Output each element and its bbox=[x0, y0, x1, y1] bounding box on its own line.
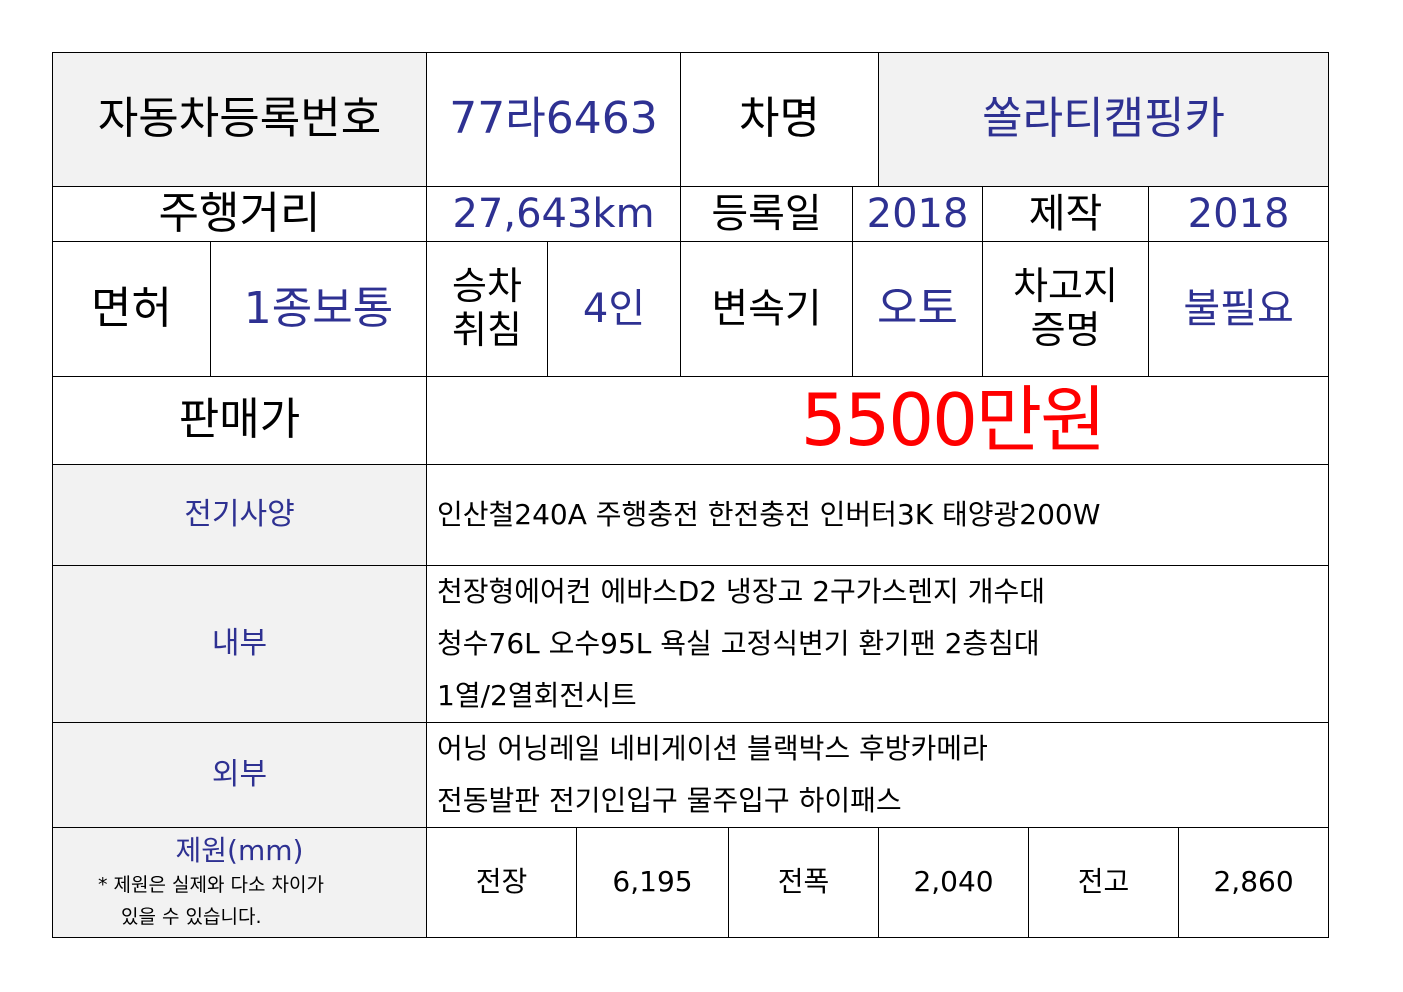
row-registration: 자동차등록번호 77라6463 차명 쏠라티캠핑카 bbox=[52, 52, 1330, 187]
dimensions-title: 제원(mm) bbox=[175, 833, 304, 867]
electric-line: 인산철240A 주행충전 한전충전 인버터3K 태양광200W bbox=[437, 498, 1101, 531]
reg-date-label: 등록일 bbox=[680, 186, 854, 242]
license-label: 면허 bbox=[52, 241, 211, 377]
dimensions-note-line-2: 있을 수 있습니다. bbox=[121, 905, 262, 928]
row-dimensions: 제원(mm) * 제원은 실제와 다소 차이가 있을 수 있습니다. 전장 6,… bbox=[52, 827, 1330, 938]
garage-label: 차고지 증명 bbox=[982, 241, 1150, 377]
seats-label-line-2: 취침 bbox=[452, 308, 522, 352]
row-mileage: 주행거리 27,643km 등록일 2018 제작 2018 bbox=[52, 186, 1330, 242]
interior-line: 청수76L 오수95L 욕실 고정식변기 환기팬 2층침대 bbox=[437, 627, 1040, 660]
seats-value: 4인 bbox=[546, 241, 682, 377]
dimensions-note-line-1: * 제원은 실제와 다소 차이가 bbox=[98, 873, 324, 896]
interior-label: 내부 bbox=[52, 565, 427, 723]
seats-label: 승차 취침 bbox=[426, 241, 548, 377]
price-value: 5500만원 bbox=[425, 376, 1330, 465]
made-year-label: 제작 bbox=[982, 186, 1150, 242]
transmission-value: 오토 bbox=[852, 241, 984, 377]
license-value: 1종보통 bbox=[210, 241, 427, 377]
row-electric: 전기사양 인산철240A 주행충전 한전충전 인버터3K 태양광200W bbox=[52, 464, 1330, 566]
row-exterior: 외부 어닝 어닝레일 네비게이션 블랙박스 후방카메라 전동발판 전기인입구 물… bbox=[52, 722, 1330, 828]
garage-value: 불필요 bbox=[1148, 241, 1330, 377]
garage-label-line-1: 차고지 bbox=[1013, 264, 1118, 309]
model-value: 쏠라티캠핑카 bbox=[878, 52, 1330, 187]
width-value: 2,040 bbox=[878, 827, 1030, 938]
model-label: 차명 bbox=[680, 52, 880, 187]
width-label: 전폭 bbox=[728, 827, 880, 938]
mileage-label: 주행거리 bbox=[52, 186, 427, 242]
dimensions-label: 제원(mm) * 제원은 실제와 다소 차이가 있을 수 있습니다. bbox=[52, 827, 427, 938]
electric-specs: 인산철240A 주행충전 한전충전 인버터3K 태양광200W bbox=[425, 464, 1330, 566]
exterior-label: 외부 bbox=[52, 722, 427, 828]
length-value: 6,195 bbox=[575, 827, 730, 938]
row-license: 면허 1종보통 승차 취침 4인 변속기 오토 차고지 증명 불필요 bbox=[52, 241, 1330, 377]
exterior-line: 어닝 어닝레일 네비게이션 블랙박스 후방카메라 bbox=[437, 732, 988, 765]
garage-label-line-2: 증명 bbox=[1030, 308, 1101, 352]
interior-specs: 천장형에어컨 에바스D2 냉장고 2구가스렌지 개수대 청수76L 오수95L … bbox=[425, 565, 1330, 723]
row-interior: 내부 천장형에어컨 에바스D2 냉장고 2구가스렌지 개수대 청수76L 오수9… bbox=[52, 565, 1330, 723]
transmission-label: 변속기 bbox=[680, 241, 854, 377]
interior-line: 천장형에어컨 에바스D2 냉장고 2구가스렌지 개수대 bbox=[437, 575, 1045, 608]
made-year-value: 2018 bbox=[1148, 186, 1330, 242]
electric-label: 전기사양 bbox=[52, 464, 427, 566]
vehicle-spec-table: 자동차등록번호 77라6463 차명 쏠라티캠핑카 주행거리 27,643km … bbox=[52, 52, 1330, 938]
interior-line: 1열/2열회전시트 bbox=[437, 679, 637, 712]
length-label: 전장 bbox=[426, 827, 577, 938]
reg-no-value: 77라6463 bbox=[425, 52, 682, 187]
seats-label-line-1: 승차 bbox=[452, 264, 522, 309]
price-label: 판매가 bbox=[52, 376, 427, 465]
reg-date-value: 2018 bbox=[852, 186, 984, 242]
mileage-value: 27,643km bbox=[425, 186, 682, 242]
exterior-line: 전동발판 전기인입구 물주입구 하이패스 bbox=[437, 784, 902, 817]
exterior-specs: 어닝 어닝레일 네비게이션 블랙박스 후방카메라 전동발판 전기인입구 물주입구… bbox=[425, 722, 1330, 828]
height-label: 전고 bbox=[1028, 827, 1180, 938]
reg-no-label: 자동차등록번호 bbox=[52, 52, 427, 187]
row-price: 판매가 5500만원 bbox=[52, 376, 1330, 465]
height-value: 2,860 bbox=[1178, 827, 1330, 938]
